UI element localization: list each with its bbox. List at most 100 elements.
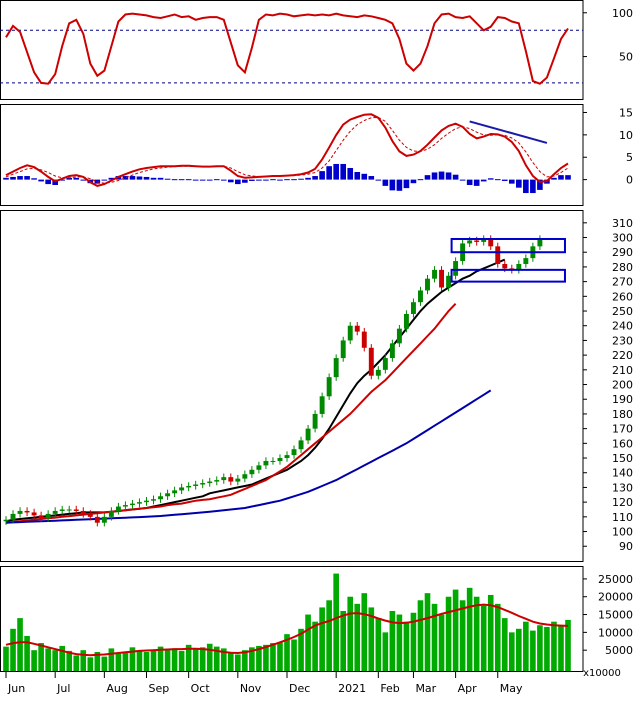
macd-histogram-bar <box>24 176 30 180</box>
macd-histogram-bar <box>206 179 213 181</box>
volume-bar <box>319 607 325 671</box>
candle-body <box>467 240 473 244</box>
candle-body <box>144 500 149 503</box>
candle-body <box>446 275 452 288</box>
volume-bar <box>565 619 571 671</box>
candle-body <box>523 258 529 264</box>
volume-bar <box>530 630 536 671</box>
volume-bar <box>192 649 199 671</box>
candle-body <box>396 328 402 344</box>
volume-bar <box>17 618 23 671</box>
candle-body <box>474 240 480 242</box>
volume-bar <box>122 653 129 671</box>
y-tick-label: 180 <box>612 408 633 421</box>
volume-bar <box>480 605 487 671</box>
x-tick-label: Feb <box>380 682 399 695</box>
candle-body <box>151 499 156 501</box>
volume-bar <box>101 656 108 671</box>
volume-bar <box>473 596 480 671</box>
macd-histogram-bar <box>494 179 501 181</box>
macd-histogram-bar <box>220 179 227 181</box>
macd-histogram-bar <box>143 176 150 180</box>
candle-body <box>382 358 388 370</box>
x-tick-label: May <box>500 682 523 695</box>
candle-body <box>432 269 437 279</box>
volume-bar <box>10 628 16 671</box>
candle-body <box>207 481 213 484</box>
candle-body <box>172 490 178 494</box>
macd-histogram-bar <box>452 174 459 180</box>
macd-histogram-bar <box>389 179 396 191</box>
candle-body <box>340 340 346 359</box>
macd-histogram-bar <box>129 176 136 180</box>
macd-histogram-bar <box>298 178 304 180</box>
candle-body <box>3 519 9 522</box>
macd-histogram-bar <box>326 166 332 180</box>
candle-body <box>122 505 128 507</box>
y-tick-label: 240 <box>612 320 633 333</box>
volume-bar <box>452 589 459 671</box>
macd-histogram-bar <box>242 179 248 183</box>
volume-bar <box>494 603 501 671</box>
macd-histogram-bar <box>136 176 143 180</box>
macd-histogram-bar <box>361 173 368 180</box>
macd-histogram-bar <box>368 176 375 180</box>
volume-bar <box>171 648 178 671</box>
macd-histogram-bar <box>473 179 480 186</box>
volume-bar <box>164 650 171 671</box>
candle-body <box>200 483 206 485</box>
y-tick-label: 25000 <box>598 573 633 586</box>
candle-body <box>326 377 332 397</box>
volume-bar <box>459 600 466 671</box>
candle-body <box>228 477 234 482</box>
macd-histogram-bar <box>354 172 361 180</box>
candle-body <box>291 449 297 456</box>
candle-body <box>137 502 142 504</box>
candle-body <box>31 512 37 516</box>
macd-histogram-bar <box>192 179 199 181</box>
macd-histogram-bar <box>530 179 536 194</box>
volume-bar <box>544 627 550 671</box>
candle-body <box>410 302 416 314</box>
candle-body <box>129 503 135 506</box>
volume-bar <box>558 625 564 671</box>
macd-histogram-bar <box>284 179 290 181</box>
volume-bar <box>340 610 347 671</box>
volume-bar <box>551 621 557 671</box>
volume-bar <box>80 650 87 671</box>
candle-body <box>186 485 192 488</box>
volume-bar <box>206 643 213 671</box>
candle-body <box>87 513 93 517</box>
y-tick-label: 310 <box>612 217 633 230</box>
macd-histogram-bar <box>171 179 178 181</box>
macd-histogram-bar <box>73 177 80 180</box>
candle-body <box>165 493 171 497</box>
candle-body <box>354 325 360 332</box>
volume-bar <box>87 657 94 671</box>
macd-histogram-bar <box>558 175 564 180</box>
candle-body <box>502 263 508 269</box>
candle-body <box>249 469 255 475</box>
macd-histogram-bar <box>249 179 255 181</box>
macd-histogram-bar <box>45 179 51 185</box>
macd-histogram-bar <box>277 179 283 181</box>
y-tick-label: 15 <box>619 106 633 119</box>
macd-histogram-bar <box>417 179 424 181</box>
macd-histogram-bar <box>164 178 171 180</box>
candle-body <box>277 458 283 461</box>
candle-body <box>94 516 100 523</box>
macd-histogram-bar <box>410 179 417 184</box>
volume-bar <box>382 632 389 671</box>
volume-bar <box>347 596 354 671</box>
macd-histogram-bar <box>31 178 37 180</box>
candle-body <box>179 487 185 491</box>
y-tick-label: 220 <box>612 349 633 362</box>
macd-histogram-bar <box>17 176 23 180</box>
volume-bar <box>52 650 58 671</box>
volume-bar <box>115 653 122 671</box>
macd-histogram-bar <box>38 179 44 182</box>
candle-body <box>270 460 276 462</box>
volume-bar <box>24 635 30 671</box>
candle-body <box>221 477 227 481</box>
candle-body <box>375 369 381 376</box>
